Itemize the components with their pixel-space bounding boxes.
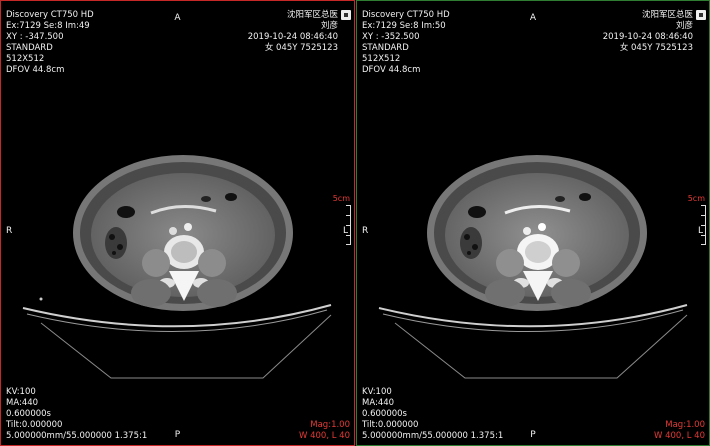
- table-position: XY : -352.500: [362, 32, 420, 42]
- kv-value: KV:100: [362, 387, 392, 397]
- matrix-size: 512X512: [362, 54, 401, 64]
- hospital-name: 沈阳军区总医: [641, 10, 693, 20]
- orientation-posterior: P: [174, 430, 181, 440]
- tilt-value: Tilt:0.000000: [6, 420, 63, 430]
- study-datetime: 2019-10-24 08:46:40: [602, 32, 693, 42]
- ma-value: MA:440: [362, 398, 395, 408]
- orientation-right: R: [6, 226, 13, 236]
- lock-icon[interactable]: [696, 10, 706, 20]
- acquisition-info-bottom-left: KV:100 MA:440 0.600000s Tilt:0.000000 5.…: [362, 387, 503, 442]
- scanner-model: Discovery CT750 HD: [362, 10, 450, 20]
- scale-ruler-label: 5cm: [687, 194, 705, 203]
- kernel: STANDARD: [362, 43, 409, 53]
- patient-name: 刘彦: [675, 21, 693, 31]
- scanner-model: Discovery CT750 HD: [6, 10, 94, 20]
- kv-value: KV:100: [6, 387, 36, 397]
- magnification: Mag:1.00: [310, 420, 350, 430]
- study-datetime: 2019-10-24 08:46:40: [247, 32, 338, 42]
- exam-series-image: Ex:7129 Se:8 Im:50: [362, 21, 446, 31]
- orientation-anterior: A: [529, 13, 537, 23]
- viewport-right[interactable]: Discovery CT750 HD Ex:7129 Se:8 Im:50 XY…: [356, 0, 710, 446]
- lock-icon[interactable]: [341, 10, 351, 20]
- exam-info-top-left: Discovery CT750 HD Ex:7129 Se:8 Im:49 XY…: [6, 10, 94, 76]
- scale-ruler: [345, 205, 351, 245]
- hospital-name: 沈阳军区总医: [286, 10, 338, 20]
- dfov: DFOV 44.8cm: [362, 65, 421, 75]
- patient-info-top-right: 沈阳军区总医 刘彦 2019-10-24 08:46:40 女 045Y 752…: [603, 10, 693, 54]
- slice-thickness: 5.000000mm/55.000000 1.375:1: [362, 431, 504, 441]
- rotation-time: 0.600000s: [362, 409, 407, 419]
- table-position: XY : -347.500: [6, 32, 64, 42]
- patient-demographics: 女 045Y 7525123: [264, 43, 338, 53]
- orientation-anterior: A: [174, 13, 181, 23]
- patient-name: 刘彦: [320, 21, 338, 31]
- viewport-left[interactable]: Discovery CT750 HD Ex:7129 Se:8 Im:49 XY…: [0, 0, 355, 446]
- window-level: W 400, L 40: [299, 431, 350, 441]
- patient-info-top-right: 沈阳军区总医 刘彦 2019-10-24 08:46:40 女 045Y 752…: [248, 10, 338, 54]
- exam-series-image: Ex:7129 Se:8 Im:49: [6, 21, 90, 31]
- ma-value: MA:440: [6, 398, 39, 408]
- matrix-size: 512X512: [6, 54, 45, 64]
- acquisition-info-bottom-left: KV:100 MA:440 0.600000s Tilt:0.000000 5.…: [6, 387, 147, 442]
- patient-demographics: 女 045Y 7525123: [619, 43, 693, 53]
- orientation-right: R: [362, 226, 369, 236]
- exam-info-top-left: Discovery CT750 HD Ex:7129 Se:8 Im:50 XY…: [362, 10, 450, 76]
- slice-thickness: 5.000000mm/55.000000 1.375:1: [6, 431, 148, 441]
- magnification: Mag:1.00: [665, 420, 705, 430]
- rotation-time: 0.600000s: [6, 409, 51, 419]
- kernel: STANDARD: [6, 43, 53, 53]
- scale-ruler-label: 5cm: [332, 194, 350, 203]
- window-info-bottom-right: Mag:1.00 W 400, L 40: [654, 420, 705, 442]
- tilt-value: Tilt:0.000000: [362, 420, 419, 430]
- dfov: DFOV 44.8cm: [6, 65, 65, 75]
- window-level: W 400, L 40: [654, 431, 705, 441]
- orientation-posterior: P: [530, 430, 536, 440]
- window-info-bottom-right: Mag:1.00 W 400, L 40: [299, 420, 350, 442]
- scale-ruler: [700, 205, 706, 245]
